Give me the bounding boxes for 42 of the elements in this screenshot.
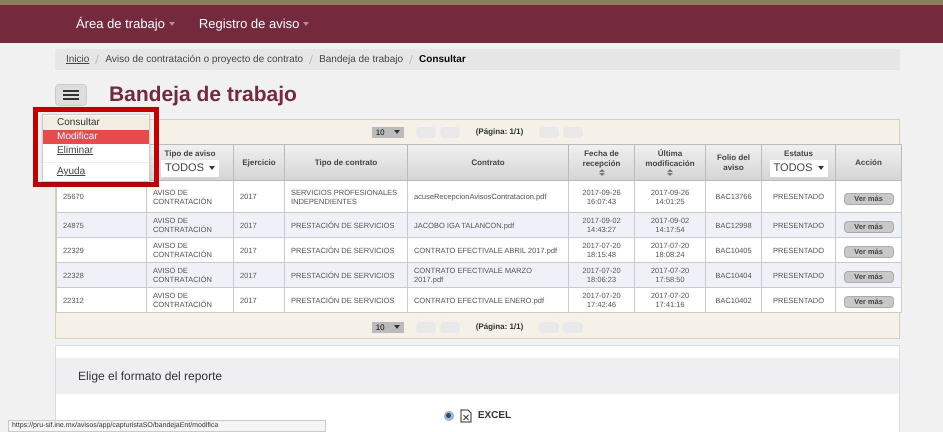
breadcrumb-item: Consultar bbox=[419, 53, 466, 67]
column-header: Folio del aviso bbox=[716, 152, 751, 172]
menu-icon bbox=[63, 90, 79, 100]
column-header: Estatus bbox=[784, 148, 813, 158]
separator-icon bbox=[409, 55, 414, 64]
caret-icon bbox=[168, 22, 175, 26]
menu-item[interactable]: Ayuda bbox=[43, 165, 149, 179]
column-header: Acción bbox=[855, 158, 882, 168]
page-size-select[interactable]: 10 bbox=[372, 322, 404, 332]
page-label: (Página: 1/1) bbox=[476, 321, 524, 333]
column-header: Última modificación bbox=[644, 149, 696, 169]
page-title: Bandeja de trabajo bbox=[109, 82, 297, 108]
caret-icon bbox=[394, 130, 400, 134]
column-header: Fecha de recepción bbox=[582, 149, 622, 169]
separator-icon bbox=[95, 55, 100, 64]
breadcrumb-item: Bandeja de trabajo bbox=[319, 53, 404, 67]
nav-menu[interactable]: Área de trabajo bbox=[76, 14, 175, 34]
menu-button[interactable] bbox=[55, 84, 87, 106]
filter-select[interactable]: TODOS bbox=[770, 160, 828, 176]
caret-icon bbox=[303, 22, 310, 26]
caret-icon bbox=[394, 325, 400, 329]
column-header: Tipo de contrato bbox=[314, 158, 378, 168]
option-label: EXCEL bbox=[478, 409, 512, 423]
column-header: Tipo de aviso bbox=[164, 148, 216, 158]
column-header: Contrato bbox=[471, 158, 505, 168]
report-heading: Elige el formato del reporte bbox=[78, 368, 222, 385]
caret-icon bbox=[818, 166, 824, 170]
radio-button[interactable] bbox=[444, 410, 454, 420]
spreadsheet-file-icon bbox=[460, 408, 472, 422]
nav-menu[interactable]: Registro de aviso bbox=[198, 14, 310, 34]
page-size-select[interactable]: 10 bbox=[372, 126, 404, 138]
menu-item[interactable]: Consultar bbox=[43, 116, 149, 130]
separator-icon bbox=[309, 55, 314, 64]
breadcrumb-item: Aviso de contratación o proyecto de contrato bbox=[105, 53, 304, 67]
sort-icon[interactable] bbox=[667, 169, 673, 176]
page-label: (Página: 1/1) bbox=[476, 126, 524, 138]
column-header: Ejercicio bbox=[242, 158, 276, 168]
breadcrumb-link[interactable]: Inicio bbox=[66, 52, 90, 67]
sort-icon[interactable] bbox=[598, 169, 604, 176]
caret-icon bbox=[209, 166, 215, 170]
menu-item[interactable]: Eliminar bbox=[43, 144, 149, 158]
menu-item[interactable]: Modificar bbox=[43, 130, 149, 144]
